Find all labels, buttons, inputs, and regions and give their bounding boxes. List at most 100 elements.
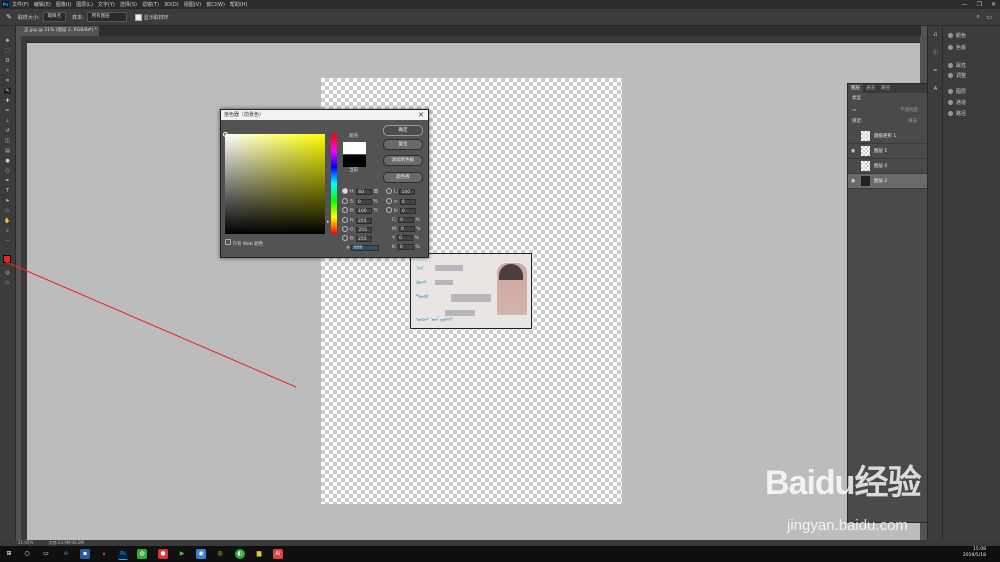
add-swatch-button[interactable]: 添加到色板 <box>383 155 423 166</box>
green-row: G: 255 <box>342 226 373 233</box>
reset-button[interactable]: 复位 <box>383 139 423 150</box>
hue-slider-handle-icon[interactable]: ▸ <box>327 219 330 225</box>
layer-kind-filter[interactable]: 类型 <box>852 96 861 102</box>
ok-button[interactable]: 确定 <box>383 125 423 136</box>
paths-panel-icon <box>948 111 953 116</box>
history-icon[interactable]: ⎌ <box>932 32 939 38</box>
task-view-icon[interactable]: ▭ <box>41 549 51 559</box>
app-icon[interactable]: ◐ <box>235 549 245 559</box>
new-color-label: 新的 <box>349 134 358 139</box>
windows-start-icon[interactable]: ⊞ <box>4 549 14 559</box>
cortana-icon[interactable]: ○ <box>22 549 32 559</box>
red-radio[interactable] <box>342 217 348 223</box>
lab-l-radio[interactable] <box>386 188 392 194</box>
system-clock[interactable]: 15:08 2019/5/18 <box>963 547 986 559</box>
layers-panel-item[interactable]: 图层 <box>948 88 966 95</box>
layer-name: 图层 2 <box>874 179 888 184</box>
magenta-row: M: 0 % <box>392 226 421 232</box>
color-picker-dialog: 拾色器（前景色） ✕ ▸ 新的 当前 确定 复位 添加到色板 颜色库 H: 60… <box>220 109 429 258</box>
brightness-row: B: 100 % <box>342 207 378 214</box>
layer-thumbnail <box>861 146 870 156</box>
color-field[interactable] <box>223 132 325 234</box>
hex-row: # ffffff <box>346 245 380 251</box>
watermark-url: jingyan.baidu.com <box>787 517 908 534</box>
info-icon[interactable]: ⓘ <box>932 50 939 56</box>
photoshop-taskbar-icon[interactable]: Ps <box>118 549 128 560</box>
file-explorer-icon[interactable]: ▆ <box>254 549 264 559</box>
lab-b-field[interactable]: 0 <box>399 207 416 214</box>
brush-settings-icon[interactable]: ✏ <box>932 68 939 74</box>
red-field[interactable]: 255 <box>355 217 372 224</box>
hue-field[interactable]: 60 <box>356 188 373 195</box>
blue-radio[interactable] <box>342 235 348 241</box>
close-icon[interactable]: ✕ <box>418 110 424 120</box>
app-icon[interactable]: ▴ <box>99 549 109 559</box>
paths-panel-item[interactable]: 路径 <box>948 110 966 117</box>
app-icon[interactable]: Ai <box>273 549 283 559</box>
app-icon[interactable]: ◉ <box>196 549 206 559</box>
layer-row[interactable]: 图层 0 <box>848 159 937 174</box>
hue-slider[interactable]: ▸ <box>327 134 337 234</box>
magenta-field[interactable]: 0 <box>398 226 415 232</box>
color-panel-label: 颜色 <box>956 33 967 39</box>
lab-l-field[interactable]: 100 <box>399 188 416 195</box>
edge-browser-icon[interactable]: e <box>61 549 71 559</box>
channels-panel-item[interactable]: 通道 <box>948 99 966 106</box>
layer-row-selected[interactable]: ◉ 图层 2 <box>848 174 937 189</box>
saturation-unit: % <box>373 199 378 205</box>
green-field[interactable]: 255 <box>356 226 373 233</box>
properties-panel-item[interactable]: 属性 <box>948 62 966 69</box>
adjustments-panel-item[interactable]: 调整 <box>948 72 966 79</box>
clock-date: 2019/5/18 <box>962 553 986 558</box>
lab-a-field[interactable]: 0 <box>399 198 416 205</box>
color-field-cursor[interactable] <box>223 132 228 137</box>
cyan-field[interactable]: 0 <box>398 217 415 223</box>
properties-panel-label: 属性 <box>956 63 967 69</box>
yellow-field[interactable]: 0 <box>397 235 414 241</box>
paths-panel-label: 路径 <box>956 111 967 117</box>
layer-row[interactable]: ◉ 图层 1 <box>848 144 937 159</box>
lab-l-row: L: 100 <box>386 188 416 195</box>
hex-field[interactable]: ffffff <box>351 245 380 251</box>
saturation-field[interactable]: 0 <box>355 198 372 205</box>
visibility-eye-icon[interactable]: ◉ <box>851 148 855 154</box>
red-row: R: 255 <box>342 217 372 224</box>
wechat-icon[interactable]: ◍ <box>137 549 147 559</box>
fill-label: 填充: <box>908 119 919 124</box>
layer-thumbnail <box>861 176 870 186</box>
layers-panel-tabs: 图层 通道 路径 <box>848 84 937 93</box>
color-libraries-button[interactable]: 颜色库 <box>383 172 423 183</box>
tab-paths[interactable]: 路径 <box>878 84 893 93</box>
hex-label: # <box>346 246 350 251</box>
hue-radio[interactable] <box>342 188 348 194</box>
black-field[interactable]: 0 <box>397 244 414 250</box>
blend-mode-select[interactable]: ▭ <box>852 108 856 114</box>
lab-b-radio[interactable] <box>386 207 392 213</box>
brightness-field[interactable]: 100 <box>356 207 373 214</box>
watermark-brand: Baidu经验 <box>765 464 921 502</box>
visibility-eye-icon[interactable]: ◉ <box>851 178 855 184</box>
tab-layers[interactable]: 图层 <box>848 84 863 93</box>
app-icon[interactable]: ▪ <box>80 549 90 559</box>
layer-row[interactable]: 圆角矩形 1 <box>848 129 937 144</box>
color-picker-title: 拾色器（前景色） <box>221 110 428 120</box>
app-icon[interactable]: ◎ <box>215 549 225 559</box>
brightness-radio[interactable] <box>342 207 348 213</box>
lock-label: 锁定: <box>852 119 863 124</box>
color-panel-item[interactable]: 颜色 <box>948 32 966 39</box>
swatches-panel-item[interactable]: 色板 <box>948 44 966 51</box>
character-icon[interactable]: A <box>932 86 939 92</box>
blue-field[interactable]: 255 <box>356 235 373 242</box>
green-radio[interactable] <box>342 226 348 232</box>
blue-row: B: 255 <box>342 235 373 242</box>
web-only-checkbox[interactable] <box>225 239 231 245</box>
app-icon[interactable]: ● <box>158 549 168 559</box>
lab-a-radio[interactable] <box>386 198 392 204</box>
yellow-row: Y: 0 % <box>392 235 419 241</box>
zoom-level[interactable]: 21.05% <box>18 540 33 545</box>
current-color-swatch[interactable] <box>343 155 366 167</box>
swatches-panel-icon <box>948 45 953 50</box>
saturation-radio[interactable] <box>342 198 348 204</box>
tab-channels[interactable]: 通道 <box>863 84 878 93</box>
app-icon[interactable]: ▶ <box>177 549 187 559</box>
